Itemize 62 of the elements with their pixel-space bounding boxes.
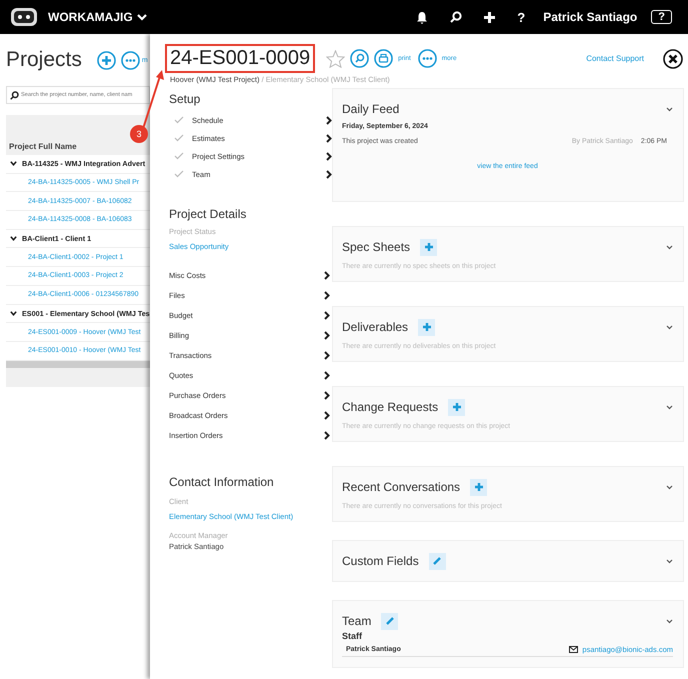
chevron-down-icon[interactable]: [666, 404, 673, 410]
robot-logo-icon[interactable]: [10, 7, 38, 27]
plus-icon: [424, 243, 433, 251]
chevron-down-icon[interactable]: [10, 235, 17, 242]
section-heading: Project Details: [169, 207, 248, 221]
chevron-down-icon[interactable]: [666, 484, 673, 490]
chevron-down-icon[interactable]: [666, 244, 673, 250]
chevron-down-icon[interactable]: [666, 106, 673, 112]
add-button[interactable]: [470, 478, 488, 496]
chevron-right-icon: [324, 350, 330, 360]
plus-icon: [474, 483, 483, 491]
chevron-down-icon[interactable]: [666, 618, 673, 624]
plus-icon[interactable]: [484, 12, 496, 22]
plus-icon: [452, 403, 461, 411]
pencil-icon: [433, 557, 442, 565]
more-icon[interactable]: [120, 50, 140, 70]
add-button[interactable]: [418, 318, 436, 336]
envelope-icon: [569, 646, 578, 653]
pencil-icon: [386, 617, 394, 625]
help-link[interactable]: ?: [517, 10, 526, 24]
printer-icon[interactable]: [374, 49, 394, 68]
chevron-right-icon: [324, 290, 330, 300]
card-title: Recent Conversations: [342, 480, 460, 494]
column-header[interactable]: Project Full Name: [9, 142, 77, 151]
more-icon[interactable]: [418, 49, 437, 68]
chevron-right-icon: [324, 310, 330, 320]
card-title: Spec Sheets: [342, 240, 410, 254]
bell-icon[interactable]: [416, 10, 428, 24]
chevron-right-icon: [324, 270, 330, 280]
edit-button[interactable]: [428, 552, 446, 570]
star-icon[interactable]: [326, 50, 346, 68]
chevron-right-icon: [324, 330, 330, 340]
card-title: Deliverables: [342, 320, 408, 334]
search-icon[interactable]: [450, 11, 462, 23]
section-heading: Setup: [169, 92, 202, 106]
chevron-right-icon: [324, 410, 330, 420]
subheading: Staff: [342, 631, 363, 641]
add-button[interactable]: [448, 398, 466, 416]
chevron-right-icon: [324, 430, 330, 440]
chevron-down-icon[interactable]: [10, 160, 17, 168]
plus-icon: [422, 323, 431, 331]
chevron-down-icon[interactable]: [666, 558, 673, 564]
section-heading: Contact Information: [169, 475, 275, 489]
chevron-down-icon[interactable]: [10, 310, 17, 317]
add-button[interactable]: [420, 238, 438, 256]
card-title: Team: [342, 614, 372, 628]
card-title: Daily Feed: [342, 102, 400, 116]
close-icon[interactable]: [663, 48, 683, 68]
edit-button[interactable]: [381, 612, 398, 630]
chevron-right-icon: [324, 370, 330, 380]
user-name[interactable]: Patrick Santiago: [543, 10, 638, 24]
project-title: 24-ES001-0009: [165, 44, 316, 73]
chevron-down-icon: [136, 13, 147, 21]
app-switcher[interactable]: WORKAMAJIG: [48, 10, 147, 24]
chevron-right-icon: [324, 390, 330, 400]
help-button[interactable]: ?: [651, 10, 672, 24]
add-icon[interactable]: [96, 50, 116, 70]
card-title: Change Requests: [342, 400, 438, 414]
search-icon: [10, 91, 19, 100]
page-title: Projects: [6, 48, 82, 72]
chevron-down-icon[interactable]: [666, 324, 673, 330]
card-title: Custom Fields: [342, 554, 419, 568]
